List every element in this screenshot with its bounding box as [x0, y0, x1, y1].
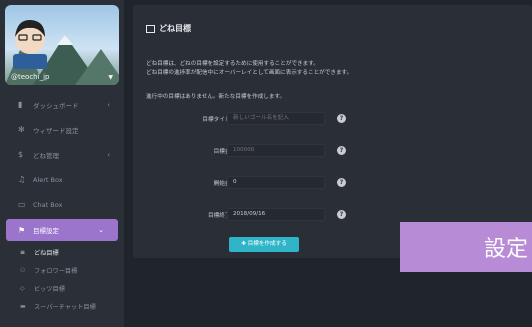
- sidebar-subitem-label: どね目標: [34, 249, 59, 257]
- window-icon: [146, 24, 155, 33]
- chevron-down-icon: ⌄: [98, 226, 104, 234]
- sidebar-subitem-follower-goal[interactable]: ⚇ フォロワー目標: [0, 261, 124, 279]
- form-row-start: 開始金額 ?: [133, 176, 532, 190]
- goal-card: どね目標 どね目標は、どねの目標を設定するために使用することができます。 どね目…: [133, 5, 532, 258]
- sidebar-item-label: 目標設定: [33, 227, 59, 235]
- username: @teochi_jp: [11, 73, 50, 81]
- description-line-1: どね目標は、どねの目標を設定するために使用することができます。: [146, 61, 319, 67]
- sidebar-item-label: ウィザード設定: [33, 126, 79, 135]
- sidebar-item-label: ダッシュボード: [33, 101, 79, 110]
- sidebar-item-chat-box[interactable]: ▭ Chat Box: [0, 192, 124, 217]
- sidebar-subitem-bits-goal[interactable]: ◇ ビッツ目標: [0, 279, 124, 297]
- sidebar-item-label: どね管理: [33, 151, 59, 160]
- sidebar-item-wizard[interactable]: ✻ ウィザード設定: [0, 117, 124, 142]
- create-goal-button[interactable]: ✚ 目標を作成する: [229, 237, 299, 252]
- card-icon: ▬: [20, 302, 26, 310]
- sidebar-subitem-label: ビッツ目標: [34, 285, 65, 293]
- description: どね目標は、どねの目標を設定するために使用することができます。 どね目標の進捗率…: [146, 60, 516, 78]
- dollar-icon: $: [18, 150, 24, 159]
- page-title-text: どね目標: [159, 24, 191, 33]
- help-icon[interactable]: ?: [337, 178, 346, 187]
- help-icon[interactable]: ?: [337, 146, 346, 155]
- help-icon[interactable]: ?: [337, 210, 346, 219]
- no-active-goal-message: 進行中の目標はありません。新たな目標を作成します。: [146, 94, 286, 100]
- form-row-title: 目標タイトル ?: [133, 112, 532, 126]
- goal-amount-input[interactable]: [227, 144, 325, 157]
- caret-down-icon[interactable]: ▼: [108, 74, 113, 81]
- chevron-left-icon: ‹: [107, 100, 110, 109]
- goal-title-input[interactable]: [227, 112, 325, 125]
- bell-icon: ♫: [18, 175, 26, 184]
- page-title: どね目標: [146, 23, 191, 34]
- bar-chart-icon: ▮: [18, 100, 23, 109]
- sidebar-subitem-superchat-goal[interactable]: ▬ スーパーチャット目標: [0, 297, 124, 315]
- sidebar-item-dashboard[interactable]: ▮ ダッシュボード ‹: [0, 92, 124, 117]
- sidebar-subitem-label: スーパーチャット目標: [34, 303, 96, 311]
- settings-overlay-text: 設定: [483, 237, 528, 262]
- sidebar-nav: ▮ ダッシュボード ‹ ✻ ウィザード設定 $ どね管理 ‹ ♫ Alert B…: [0, 92, 124, 315]
- sidebar-item-label: Alert Box: [33, 175, 63, 184]
- bits-icon: ◇: [20, 284, 25, 292]
- flag-icon: ⚑: [18, 225, 26, 235]
- sidebar-subitem-label: フォロワー目標: [34, 267, 78, 275]
- sidebar-item-label: Chat Box: [33, 200, 63, 209]
- sidebar-item-alert-box[interactable]: ♫ Alert Box: [0, 167, 124, 192]
- gear-icon: ✻: [18, 125, 25, 134]
- description-line-2: どね目標の進捗率が配信中にオーバーレイとして画面に表示することができます。: [146, 70, 353, 76]
- sidebar-item-donation[interactable]: $ どね管理 ‹: [0, 142, 124, 167]
- sidebar: @teochi_jp ▼ ▮ ダッシュボード ‹ ✻ ウィザード設定 $ どね管…: [0, 0, 124, 327]
- start-amount-input[interactable]: [227, 176, 325, 189]
- form-row-amount: 目標金額 ?: [133, 144, 532, 158]
- form-row-end-date: 目標終了日 ?: [133, 208, 532, 222]
- chevron-left-icon: ‹: [107, 150, 110, 159]
- users-icon: ⚇: [20, 266, 26, 274]
- chat-icon: ▭: [18, 200, 26, 209]
- sidebar-item-goal-settings[interactable]: ⚑ 目標設定 ⌄: [6, 219, 118, 241]
- main-content: どね目標 どね目標は、どねの目標を設定するために使用することができます。 どね目…: [124, 0, 532, 327]
- settings-overlay-label: 設定: [400, 222, 532, 272]
- sidebar-subitem-donation-goal[interactable]: ≡ どね目標: [0, 243, 124, 261]
- bars-icon: ≡: [20, 248, 26, 256]
- help-icon[interactable]: ?: [337, 114, 346, 123]
- profile-card[interactable]: @teochi_jp ▼: [5, 5, 119, 85]
- end-date-input[interactable]: [227, 208, 325, 221]
